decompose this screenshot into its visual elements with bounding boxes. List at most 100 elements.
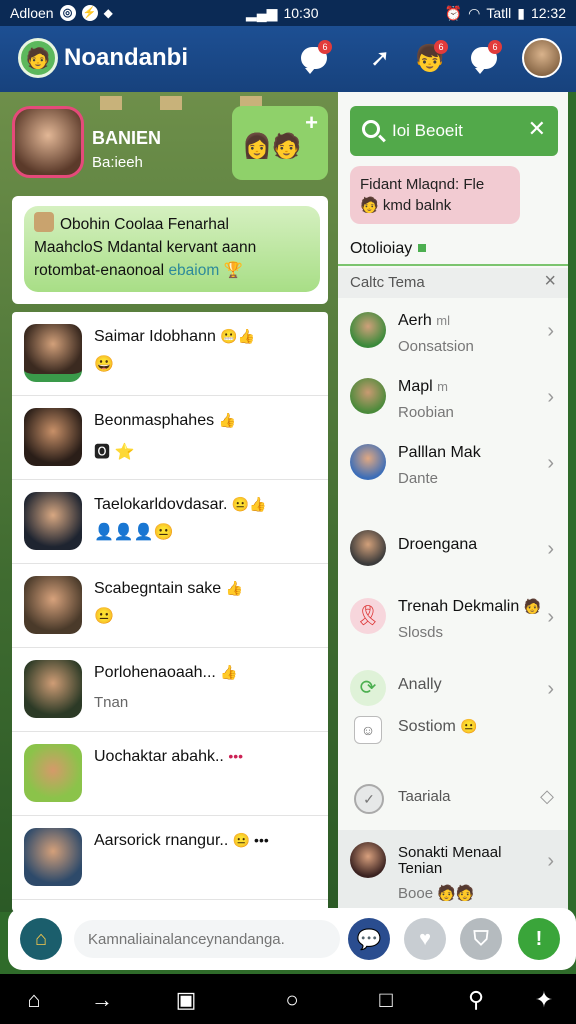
status-dot-icon: [418, 244, 427, 252]
chevron-right-icon: ›: [547, 452, 554, 474]
status-time: 10:30: [283, 5, 319, 21]
greeting-link[interactable]: ebaiom: [168, 262, 219, 279]
profile-header[interactable]: BANIEN Ba:ieeh: [12, 106, 242, 186]
favorite-button[interactable]: ♥: [404, 918, 446, 960]
chat-name: Aarsorick rnangur.. 😐 •••: [94, 832, 269, 849]
search-nav-icon[interactable]: ⚲: [462, 986, 490, 1014]
arrow-icon: ➚: [369, 44, 391, 72]
ribbon-icon: 🎗: [350, 598, 386, 634]
square-recents-icon[interactable]: □: [372, 986, 400, 1014]
avatar: [350, 312, 386, 348]
chevron-right-icon: ›: [547, 606, 554, 628]
heart-bubble-icon: ♥: [419, 927, 431, 950]
contact-name: Sostiom 😐: [398, 718, 478, 735]
circle-home-icon[interactable]: ○: [278, 986, 306, 1014]
right-panel: Ioi Beoeit ✕ Fidant Mlaqnd: Fle 🧑 kmd ba…: [338, 92, 568, 912]
avatar: [350, 378, 386, 414]
app-logo-icon[interactable]: 🧑: [18, 38, 58, 78]
chat-row[interactable]: Scabegntain sake 👍 😐: [12, 564, 328, 648]
contact-meta: Tenian: [398, 860, 443, 877]
status-right-text: Tatll: [486, 5, 512, 21]
shield-button[interactable]: ⛉: [460, 918, 502, 960]
chat-row[interactable]: Uochaktar abahk.. •••: [12, 732, 328, 816]
share-button[interactable]: ➚: [362, 40, 398, 76]
settings-nav-icon[interactable]: ✦: [530, 986, 558, 1014]
profile-subtitle: Ba:ieeh: [92, 154, 143, 171]
add-friends-card[interactable]: + 👩🧑: [232, 106, 328, 180]
avatar: [24, 828, 82, 886]
chat-row[interactable]: Porlohenaoaah... 👍 Tnan: [12, 648, 328, 732]
friends-button[interactable]: 👦 6: [412, 40, 448, 76]
note-line-1: Fidant Mlaqnd: Fle: [360, 176, 485, 193]
status-left-text: Adloen: [10, 5, 54, 21]
greeting-bubble[interactable]: Obohin Coolaa Fenarhal MaahcloS Mdantal …: [24, 206, 320, 292]
contact-item[interactable]: ☺ Sostiom 😐: [338, 706, 568, 770]
chat-emojis: 😀: [94, 356, 114, 373]
alarm-icon: ⏰: [444, 4, 463, 21]
chat-emojis: 😐: [94, 608, 114, 625]
contact-item[interactable]: Droengana ›: [338, 522, 568, 586]
chat-name: Taelokarldovdasar. 😐👍: [94, 496, 267, 513]
contact-item[interactable]: Palllan Mak Dante ›: [338, 436, 568, 500]
shield-icon: ⛉: [473, 927, 489, 950]
contact-item[interactable]: Sonakti Menaal Tenian Booe 🧑🧑 ›: [338, 830, 568, 910]
compose-bar: ⌂ 💬 ♥ ⛉ !: [8, 908, 576, 970]
notification-status-icon: ◆: [103, 6, 113, 20]
chat-row[interactable]: Aarsorick rnangur.. 😐 •••: [12, 816, 328, 900]
contact-subtitle: Slosds: [398, 624, 444, 641]
contact-subtitle: Roobian: [398, 404, 454, 421]
chat-row[interactable]: Taelokarldovdasar. 😐👍 👤👤👤😐: [12, 480, 328, 564]
contact-name: Trenah Dekmalin 🧑: [398, 598, 542, 615]
camera-icon[interactable]: ▣: [172, 986, 200, 1014]
avatar: [24, 576, 82, 634]
contact-item[interactable]: Aerh ml Oonsatsion ›: [338, 304, 568, 368]
chat-button[interactable]: 💬: [348, 918, 390, 960]
messages-badge: 6: [488, 40, 502, 54]
alert-button[interactable]: !: [518, 918, 560, 960]
chat-row[interactable]: Beonmasphahes 👍 🅾 ⭐: [12, 396, 328, 480]
search-input[interactable]: Ioi Beoeit: [392, 121, 463, 141]
chevron-right-icon: ›: [547, 678, 554, 700]
contact-item[interactable]: Mapl m Roobian ›: [338, 370, 568, 434]
speech-bubble-icon: 💬: [356, 928, 382, 951]
avatar: [350, 842, 386, 878]
characters-icon: 👩🧑: [242, 133, 302, 160]
home-button[interactable]: ⌂: [20, 918, 62, 960]
chat-row[interactable]: Saimar Idobhann 😬👍 😀: [12, 312, 328, 396]
contact-name: Taariala: [398, 788, 451, 805]
chevron-right-icon: ›: [547, 850, 554, 872]
exclamation-icon: !: [535, 927, 543, 950]
avatar: [350, 444, 386, 480]
plus-icon: +: [305, 110, 318, 135]
greeting-line-2: MaahcloS Mdantal kervant aann: [34, 239, 257, 256]
contact-name: Mapl m: [398, 378, 448, 395]
system-nav-bar: ⌂ → ▣ ○ □ ⚲ ✦: [0, 974, 576, 1024]
avatar: [350, 530, 386, 566]
search-bar[interactable]: Ioi Beoeit ✕: [350, 106, 558, 156]
messages-button[interactable]: 6: [466, 40, 502, 76]
greeting-line-3: rotombat-enaonoal: [34, 262, 165, 279]
contact-name: Droengana: [398, 536, 478, 553]
messenger-status-icon: ⚡: [81, 5, 98, 21]
contact-item[interactable]: 🎗 Trenah Dekmalin 🧑 Slosds ›: [338, 590, 568, 654]
chevron-right-icon: ›: [547, 538, 554, 560]
divider: [338, 264, 568, 266]
note-card[interactable]: Fidant Mlaqnd: Fle 🧑 kmd balnk: [350, 166, 520, 224]
whatsapp-status-icon: ◎: [59, 5, 76, 21]
chat-name: Beonmasphahes 👍: [94, 412, 236, 429]
user-avatar[interactable]: [522, 38, 562, 78]
avatar: [24, 744, 82, 802]
message-input[interactable]: [74, 920, 340, 958]
close-icon[interactable]: ×: [544, 270, 556, 293]
character-icon: [34, 212, 54, 232]
profile-photo[interactable]: [12, 106, 84, 178]
note-line-2: kmd balnk: [382, 197, 452, 214]
arrow-right-icon[interactable]: →: [88, 986, 116, 1014]
chat-notifications-button[interactable]: 6: [296, 40, 332, 76]
chat-name: Saimar Idobhann 😬👍: [94, 328, 256, 345]
home-nav-icon[interactable]: ⌂: [20, 986, 48, 1014]
diamond-icon: ◇: [540, 786, 554, 806]
smile-icon: ☺: [354, 716, 382, 744]
close-icon[interactable]: ✕: [528, 116, 546, 142]
signal-icon: ▂▄▆: [246, 4, 278, 21]
